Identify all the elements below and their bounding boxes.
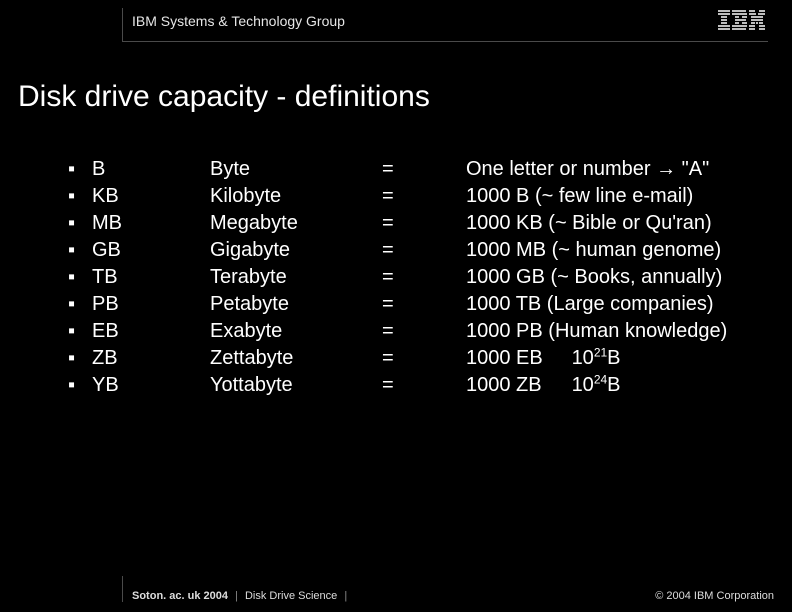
footer-left: Soton. ac. uk 2004 | Disk Drive Science … [132, 590, 351, 602]
list-item: ▪ GB Gigabyte = 1000 MB (~ human genome) [68, 237, 792, 264]
definition: 1000 PB (Human knowledge) [466, 318, 792, 345]
bullet-icon: ▪ [68, 156, 92, 183]
definition-a: 1000 EB [466, 345, 566, 372]
abbrev: GB [92, 237, 210, 264]
definition-a: 1000 ZB [466, 372, 566, 399]
group-name: IBM Systems & Technology Group [132, 13, 345, 29]
unit-name: Kilobyte [210, 183, 382, 210]
list-item: ▪ ZB Zettabyte = 1000 EB 1021B [68, 345, 792, 372]
list-item: ▪ MB Megabyte = 1000 KB (~ Bible or Qu'r… [68, 210, 792, 237]
abbrev: PB [92, 291, 210, 318]
footer-copyright: © 2004 IBM Corporation [655, 590, 774, 602]
equals: = [382, 318, 466, 345]
definition: One letter or number → "A" [466, 156, 792, 183]
bullet-icon: ▪ [68, 318, 92, 345]
unit-name: Megabyte [210, 210, 382, 237]
ibm-logo [718, 10, 766, 30]
header-rule [122, 41, 768, 42]
bullet-icon: ▪ [68, 372, 92, 399]
definition: 1000 GB (~ Books, annually) [466, 264, 792, 291]
abbrev: YB [92, 372, 210, 399]
list-item: ▪ B Byte = One letter or number → "A" [68, 156, 792, 183]
unit-name: Exabyte [210, 318, 382, 345]
list-item: ▪ EB Exabyte = 1000 PB (Human knowledge) [68, 318, 792, 345]
abbrev: ZB [92, 345, 210, 372]
unit-name: Byte [210, 156, 382, 183]
list-item: ▪ KB Kilobyte = 1000 B (~ few line e-mai… [68, 183, 792, 210]
definition: 1000 B (~ few line e-mail) [466, 183, 792, 210]
bullet-icon: ▪ [68, 345, 92, 372]
equals: = [382, 291, 466, 318]
equals: = [382, 372, 466, 399]
slide-footer: Soton. ac. uk 2004 | Disk Drive Science … [0, 590, 792, 602]
footer-divider [122, 576, 123, 602]
definitions-list: ▪ B Byte = One letter or number → "A" ▪ … [0, 114, 792, 399]
abbrev: B [92, 156, 210, 183]
list-item: ▪ TB Terabyte = 1000 GB (~ Books, annual… [68, 264, 792, 291]
equals: = [382, 345, 466, 372]
bullet-icon: ▪ [68, 210, 92, 237]
list-item: ▪ PB Petabyte = 1000 TB (Large companies… [68, 291, 792, 318]
definition-b: 1021B [572, 347, 621, 369]
abbrev: TB [92, 264, 210, 291]
abbrev: MB [92, 210, 210, 237]
definition: 1000 KB (~ Bible or Qu'ran) [466, 210, 792, 237]
abbrev: KB [92, 183, 210, 210]
unit-name: Zettabyte [210, 345, 382, 372]
unit-name: Gigabyte [210, 237, 382, 264]
abbrev: EB [92, 318, 210, 345]
bullet-icon: ▪ [68, 264, 92, 291]
bullet-icon: ▪ [68, 237, 92, 264]
header-divider [122, 8, 123, 42]
unit-name: Terabyte [210, 264, 382, 291]
bullet-icon: ▪ [68, 291, 92, 318]
definition: 1000 ZB 1024B [466, 372, 792, 399]
definition: 1000 TB (Large companies) [466, 291, 792, 318]
equals: = [382, 264, 466, 291]
equals: = [382, 183, 466, 210]
bullet-icon: ▪ [68, 183, 92, 210]
definition-b: 1024B [572, 374, 621, 396]
equals: = [382, 156, 466, 183]
definition: 1000 MB (~ human genome) [466, 237, 792, 264]
unit-name: Yottabyte [210, 372, 382, 399]
equals: = [382, 210, 466, 237]
unit-name: Petabyte [210, 291, 382, 318]
equals: = [382, 237, 466, 264]
slide-title: Disk drive capacity - definitions [0, 42, 792, 114]
definition: 1000 EB 1021B [466, 345, 792, 372]
slide-header: IBM Systems & Technology Group [0, 0, 792, 42]
list-item: ▪ YB Yottabyte = 1000 ZB 1024B [68, 372, 792, 399]
